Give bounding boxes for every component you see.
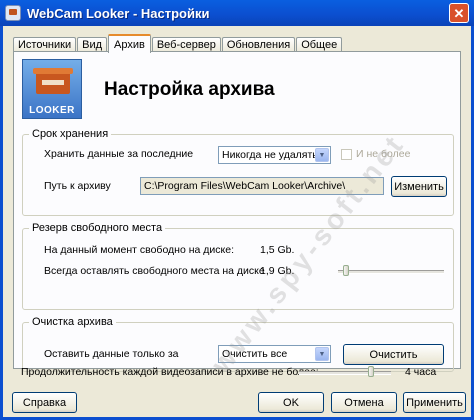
- clean-button[interactable]: Очистить: [343, 344, 444, 365]
- keep-period-value: Никогда не удалять: [222, 149, 318, 161]
- keep-only-value: Очистить все: [222, 348, 288, 360]
- reserve-slider-thumb[interactable]: [343, 265, 349, 276]
- close-button[interactable]: ✕: [449, 3, 469, 23]
- archive-box-icon: [33, 68, 73, 94]
- storage-group: Срок хранения: [22, 128, 454, 216]
- archive-path-field[interactable]: C:\Program Files\WebCam Looker\Archive\: [140, 177, 384, 195]
- reserve-space-value: 1,9 Gb.: [260, 265, 295, 277]
- cleanup-legend: Очистка архива: [32, 316, 113, 328]
- duration-slider-thumb[interactable]: [367, 366, 374, 377]
- archive-path-label: Путь к архиву: [44, 180, 111, 192]
- chevron-down-icon[interactable]: ▼: [315, 148, 329, 162]
- free-space-value: 1,5 Gb.: [260, 244, 295, 256]
- tab-archive[interactable]: Архив: [108, 34, 151, 53]
- keep-data-label: Хранить данные за последние: [44, 148, 194, 160]
- reserve-space-label: Всегда оставлять свободного места на дис…: [44, 265, 265, 277]
- free-space-label: На данный момент свободно на диске:: [44, 244, 234, 256]
- app-logo: LOOKER: [22, 59, 82, 119]
- cancel-button[interactable]: Отмена: [331, 392, 397, 413]
- no-more-checkbox[interactable]: [341, 149, 352, 160]
- tab-view[interactable]: Вид: [77, 37, 108, 52]
- tab-strip: Источники Вид Архив Веб-сервер Обновлени…: [13, 34, 343, 53]
- duration-slider-track[interactable]: [299, 371, 391, 375]
- keep-only-label: Оставить данные только за: [44, 348, 179, 360]
- change-path-button[interactable]: Изменить: [391, 176, 447, 197]
- duration-label: Продолжительность каждой видеозаписи в а…: [21, 366, 319, 378]
- no-more-label: И не более: [356, 148, 411, 160]
- logo-text: LOOKER: [29, 105, 75, 116]
- ok-button[interactable]: OK: [258, 392, 324, 413]
- reserve-legend: Резерв свободного места: [32, 222, 163, 234]
- title-bar: WebCam Looker - Настройки ✕: [0, 0, 474, 26]
- archive-panel: LOOKER Настройка архива Срок хранения Хр…: [13, 51, 461, 372]
- tab-sources[interactable]: Источники: [13, 37, 77, 52]
- storage-legend: Срок хранения: [32, 128, 109, 140]
- page-title: Настройка архива: [104, 79, 275, 100]
- settings-window: Источники Вид Архив Веб-сервер Обновлени…: [0, 26, 474, 420]
- app-icon: [5, 5, 21, 21]
- help-button[interactable]: Справка: [12, 392, 77, 413]
- tab-general[interactable]: Общее: [296, 37, 343, 52]
- duration-value: 4 часа: [405, 366, 437, 378]
- chevron-down-icon[interactable]: ▼: [315, 347, 329, 361]
- tab-updates[interactable]: Обновления: [221, 37, 296, 52]
- tab-web-server[interactable]: Веб-сервер: [151, 37, 221, 52]
- keep-only-select[interactable]: Очистить все ▼: [218, 345, 331, 363]
- archive-path-value: C:\Program Files\WebCam Looker\Archive\: [144, 180, 346, 192]
- apply-button[interactable]: Применить: [403, 392, 466, 413]
- keep-period-select[interactable]: Никогда не удалять ▼: [218, 146, 331, 164]
- window-title: WebCam Looker - Настройки: [27, 5, 210, 21]
- reserve-slider-track[interactable]: [338, 270, 444, 274]
